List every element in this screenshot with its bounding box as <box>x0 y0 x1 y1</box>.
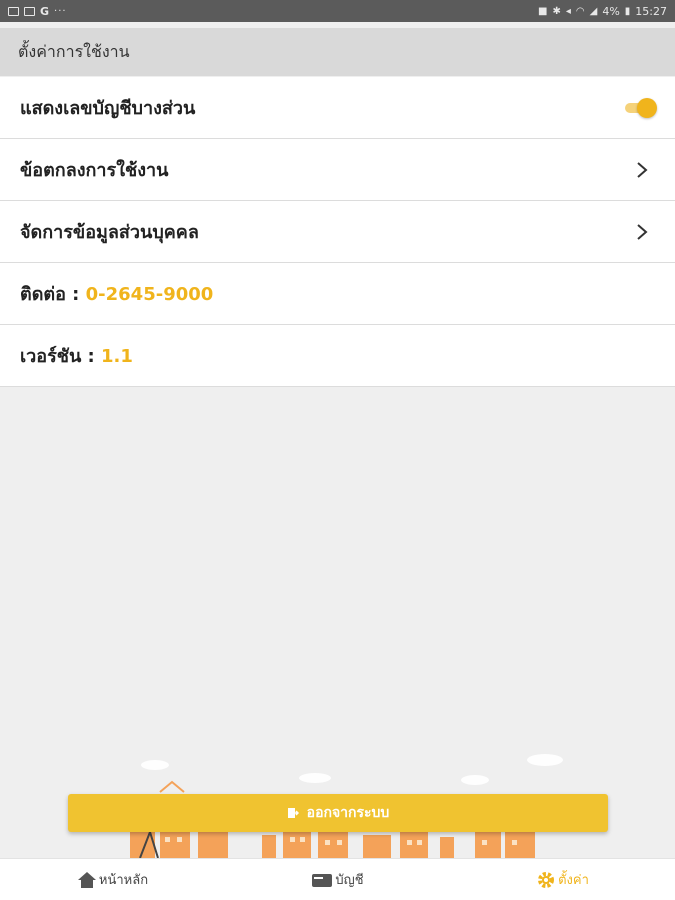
tab-account-label: บัญชี <box>335 873 364 888</box>
chevron-right-icon <box>629 219 655 245</box>
page-title: ตั้งค่าการใช้งาน <box>18 41 130 61</box>
google-icon: G <box>40 4 50 18</box>
signal-icon: ◢ <box>589 5 598 17</box>
logout-icon <box>287 808 299 818</box>
page-header: ตั้งค่าการใช้งาน <box>0 28 675 76</box>
more-icon: ··· <box>54 5 67 17</box>
setting-row-show-partial-account: แสดงเลขบัญชีบางส่วน <box>0 77 675 139</box>
battery-icon: ▮ <box>624 5 631 17</box>
lock-icon: ■ <box>538 5 548 17</box>
setting-row-version: เวอร์ชัน : 1.1 <box>0 325 675 387</box>
mute-icon: ◂ <box>565 5 571 17</box>
version-info: เวอร์ชัน : 1.1 <box>20 341 133 370</box>
version-label: เวอร์ชัน : <box>20 346 101 367</box>
tab-home[interactable]: หน้าหลัก <box>0 859 225 900</box>
tab-account[interactable]: บัญชี <box>225 859 450 900</box>
photo-icon <box>24 6 35 16</box>
status-bar-left: G ··· <box>8 5 67 18</box>
tab-settings[interactable]: ตั้งค่า <box>450 859 675 900</box>
setting-row-terms[interactable]: ข้อตกลงการใช้งาน <box>0 139 675 201</box>
setting-label-show-partial-account: แสดงเลขบัญชีบางส่วน <box>20 98 196 119</box>
tab-home-label: หน้าหลัก <box>98 873 149 888</box>
wallet-icon <box>312 873 333 887</box>
clock: 15:27 <box>635 4 667 18</box>
wifi-icon: ◠ <box>575 5 585 17</box>
gear-icon <box>538 871 555 888</box>
contact-label: ติดต่อ : <box>20 284 86 305</box>
setting-row-personal-data[interactable]: จัดการข้อมูลส่วนบุคคล <box>0 201 675 263</box>
contact-phone-link[interactable]: 0-2645-9000 <box>86 284 214 305</box>
settings-list: แสดงเลขบัญชีบางส่วน ข้อตกลงการใช้งาน จัด… <box>0 77 675 387</box>
chevron-right-icon <box>629 157 655 183</box>
tab-settings-label: ตั้งค่า <box>558 873 589 888</box>
battery-percent: 4% <box>602 4 620 18</box>
toggle-knob <box>637 97 657 118</box>
contact-info: ติดต่อ : 0-2645-9000 <box>20 279 213 308</box>
home-icon <box>77 871 96 888</box>
setting-label-terms: ข้อตกลงการใช้งาน <box>20 160 169 181</box>
setting-label-personal-data: จัดการข้อมูลส่วนบุคคล <box>20 222 199 243</box>
version-number: 1.1 <box>101 346 133 367</box>
logout-button[interactable]: ออกจากระบบ <box>68 794 608 832</box>
logout-label: ออกจากระบบ <box>306 805 390 821</box>
status-bar-right: ■ ✱ ◂ ◠ ◢ 4% ▮ 15:27 <box>538 5 667 18</box>
setting-row-contact: ติดต่อ : 0-2645-9000 <box>0 263 675 325</box>
bluetooth-icon: ✱ <box>552 5 561 17</box>
image-icon <box>8 6 19 16</box>
partial-account-toggle[interactable] <box>623 97 657 118</box>
bottom-tab-bar: หน้าหลัก บัญชี ตั้งค่า <box>0 858 675 900</box>
status-bar: G ··· ■ ✱ ◂ ◠ ◢ 4% ▮ 15:27 <box>0 0 675 22</box>
